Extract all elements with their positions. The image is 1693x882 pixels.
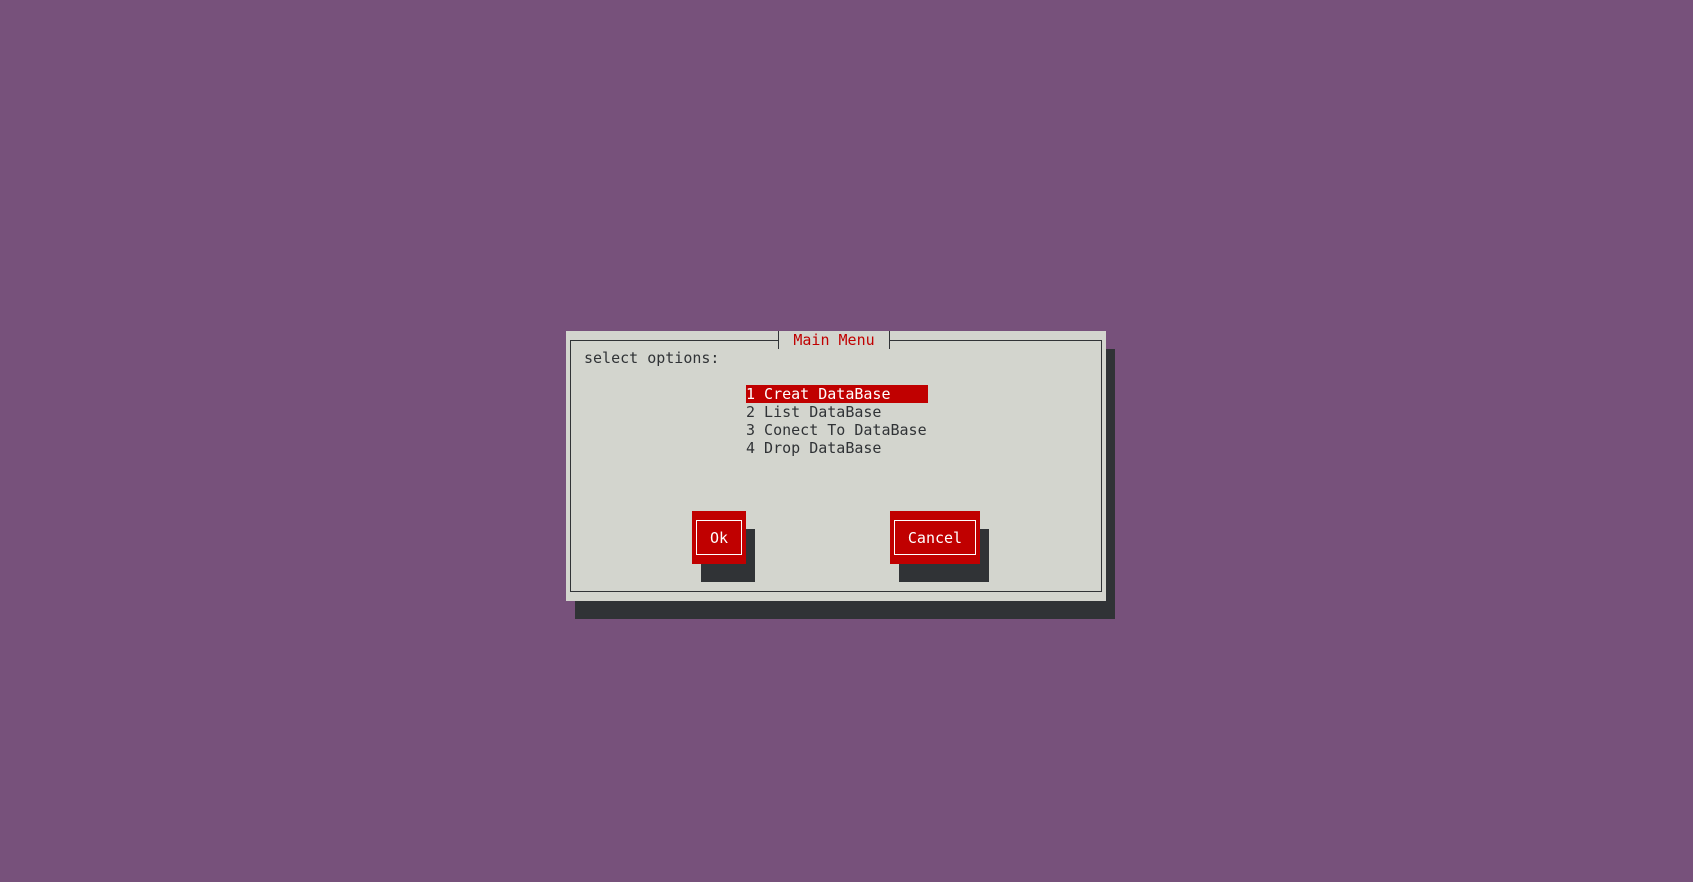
cancel-button-label: Cancel [894,520,976,555]
menu-item-drop-database[interactable]: 4 Drop DataBase [746,439,928,457]
cancel-button[interactable]: Cancel [890,511,980,564]
main-menu-dialog: Main Menu select options: 1 Creat DataBa… [566,331,1106,601]
ok-button[interactable]: Ok [692,511,746,564]
dialog-title: Main Menu [778,331,890,349]
menu-list: 1 Creat DataBase 2 List DataBase 3 Conec… [746,385,928,457]
ok-button-label: Ok [696,520,742,555]
menu-item-connect-database[interactable]: 3 Conect To DataBase [746,421,928,439]
dialog-prompt: select options: [584,349,720,367]
menu-item-create-database[interactable]: 1 Creat DataBase [746,385,928,403]
terminal-screen: Main Menu select options: 1 Creat DataBa… [0,0,1693,882]
dialog-border [570,340,1102,592]
menu-item-list-database[interactable]: 2 List DataBase [746,403,928,421]
